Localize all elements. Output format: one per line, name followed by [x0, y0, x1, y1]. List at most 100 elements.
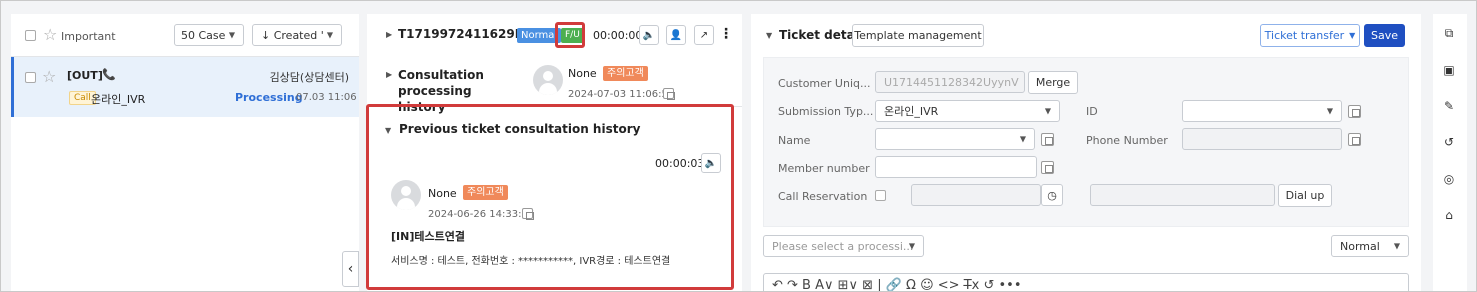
copy-icon[interactable]	[1041, 133, 1054, 146]
clock-button[interactable]: ◷	[1041, 184, 1063, 206]
chevron-down-icon: ▼	[326, 30, 333, 40]
app-frame: ☆ Important 50 Case ▼ ↓ Created ' ▼ ☆ [O…	[0, 0, 1477, 292]
graduation-icon[interactable]: ⌂	[1441, 207, 1457, 223]
collapse-icon[interactable]: ▼	[766, 31, 772, 40]
template-management-label: Template management	[854, 29, 982, 42]
previous-time: 2024-06-26 14:33:46	[428, 209, 535, 220]
sort-select[interactable]: ↓ Created ' ▼	[252, 24, 342, 46]
editor-toolbar[interactable]: ↶ ↷ B A∨ ⊞∨ ⊠ | 🔗 Ω ☺ <> T̶x ↺ •••	[763, 273, 1409, 291]
divider	[367, 106, 742, 107]
copy-icon[interactable]	[522, 208, 534, 220]
copy-icon[interactable]	[663, 88, 675, 100]
dial-up-label: Dial up	[1285, 189, 1325, 202]
chevron-down-icon: ▼	[1326, 106, 1333, 116]
external-link-icon: ↗	[699, 29, 709, 41]
important-label: Important	[61, 30, 116, 43]
id-select[interactable]: ▼	[1182, 100, 1342, 122]
collapse-panel-button[interactable]: ‹	[342, 251, 359, 287]
star-icon[interactable]: ☆	[42, 67, 56, 86]
collapse-icon[interactable]: ▼	[385, 126, 391, 135]
history-icon[interactable]: ↺	[1441, 134, 1457, 150]
save-button[interactable]: Save	[1364, 24, 1405, 47]
chevron-down-icon: ▼	[1349, 31, 1356, 40]
reservation-phone-field	[1090, 184, 1275, 206]
consultation-history-label[interactable]: Consultation processing history	[398, 67, 523, 115]
user-icon: 👤	[669, 29, 683, 41]
consultation-name: None	[568, 67, 597, 80]
volume-button[interactable]: 🔈	[639, 25, 659, 45]
customer-id-field: U1714451128342UyynV	[875, 71, 1025, 93]
chat-icon[interactable]: ◎	[1441, 171, 1457, 187]
customer-id-value: U1714451128342UyynV	[884, 75, 1019, 89]
dial-up-button[interactable]: Dial up	[1278, 184, 1332, 207]
call-reservation-label: Call Reservation	[778, 190, 868, 203]
member-number-input[interactable]	[875, 156, 1037, 178]
phone-icon: 📞	[102, 68, 116, 81]
warning-badge: 주의고객	[603, 66, 648, 81]
item-agent: 김상담(상담센터)	[269, 71, 349, 84]
expand-icon[interactable]: ▶	[386, 70, 392, 79]
customer-label: Customer Uniq...	[778, 77, 871, 90]
item-checkbox[interactable]	[25, 72, 36, 83]
more-icon[interactable]: ⋮	[719, 26, 733, 42]
avatar	[533, 65, 563, 95]
priority-tag: Normal	[517, 28, 562, 43]
merge-button[interactable]: Merge	[1028, 71, 1078, 94]
chevron-left-icon: ‹	[347, 261, 354, 277]
template-management-button[interactable]: Template management	[852, 24, 984, 47]
name-select[interactable]: ▼	[875, 128, 1035, 150]
phone-number-field	[1182, 128, 1342, 150]
member-label: Member number	[778, 162, 870, 175]
editor-toolbar-icons[interactable]: ↶ ↷ B A∨ ⊞∨ ⊠ | 🔗 Ω ☺ <> T̶x ↺ •••	[772, 278, 1022, 291]
warning-badge: 주의고객	[463, 185, 508, 200]
priority-select[interactable]: Normal ▼	[1331, 235, 1409, 257]
chevron-down-icon: ▼	[1393, 241, 1400, 251]
chevron-down-icon: ▼	[228, 30, 235, 40]
priority-select-value: Normal	[1340, 239, 1380, 253]
copy-document-icon[interactable]: ⧉	[1441, 25, 1457, 41]
expand-icon[interactable]: ▶	[386, 30, 392, 39]
submission-type-select[interactable]: 온라인_IVR ▼	[875, 100, 1060, 122]
ticket-transfer-button[interactable]: Ticket transfer ▼	[1260, 24, 1360, 47]
sort-select-value: ↓ Created '	[261, 28, 324, 42]
previous-history-title[interactable]: Previous ticket consultation history	[399, 122, 640, 136]
volume-icon: 🔈	[704, 157, 718, 169]
id-label: ID	[1086, 105, 1098, 118]
channel-name: 온라인_IVR	[91, 93, 146, 106]
submission-type-value: 온라인_IVR	[884, 105, 939, 118]
item-time: 07.03 11:06	[296, 92, 357, 103]
side-toolbar	[1433, 14, 1467, 291]
consultation-time: 2024-07-03 11:06:52	[568, 89, 675, 100]
previous-body: 서비스명 : 테스트, 전화번호 : ***********, IVR경로 : …	[391, 256, 671, 267]
cases-select[interactable]: 50 Case ▼	[174, 24, 244, 46]
status-text: Processing	[235, 91, 303, 104]
ticket-history-panel: ▶ T1719972411629I3qrx Normal F/U 00:00:0…	[367, 14, 742, 291]
folder-icon[interactable]: ▣	[1441, 62, 1457, 78]
phone-label: Phone Number	[1086, 134, 1168, 147]
copy-icon[interactable]	[1041, 161, 1054, 174]
star-icon[interactable]: ☆	[43, 25, 57, 44]
copy-icon[interactable]	[1348, 133, 1361, 146]
chevron-down-icon: ▼	[1019, 134, 1026, 144]
previous-timer: 00:00:03	[655, 157, 705, 170]
magic-wand-icon[interactable]: ✎	[1441, 98, 1457, 114]
select-all-checkbox[interactable]	[25, 30, 36, 41]
volume-icon: 🔈	[642, 29, 656, 41]
copy-icon[interactable]	[1348, 105, 1361, 118]
processing-select[interactable]: Please select a processi... ▼	[763, 235, 924, 257]
avatar	[391, 180, 421, 210]
fu-tag: F/U	[561, 28, 584, 43]
agent-button[interactable]: 👤	[666, 25, 686, 45]
merge-label: Merge	[1035, 76, 1071, 89]
previous-subject: [IN]테스트연결	[391, 230, 465, 243]
previous-name: None	[428, 187, 457, 200]
name-label: Name	[778, 134, 811, 147]
ticket-list-item[interactable]: ☆ [OUT] 📞 김상담(상담센터) Call 온라인_IVR Process…	[11, 57, 359, 117]
volume-button[interactable]: 🔈	[701, 153, 721, 173]
form-area: Customer Uniq... U1714451128342UyynV Mer…	[763, 57, 1409, 227]
ticket-transfer-label: Ticket transfer	[1264, 29, 1345, 42]
open-external-button[interactable]: ↗	[694, 25, 714, 45]
submission-label: Submission Typ...	[778, 105, 874, 118]
call-reservation-checkbox[interactable]	[875, 190, 886, 201]
reservation-time-field	[911, 184, 1041, 206]
